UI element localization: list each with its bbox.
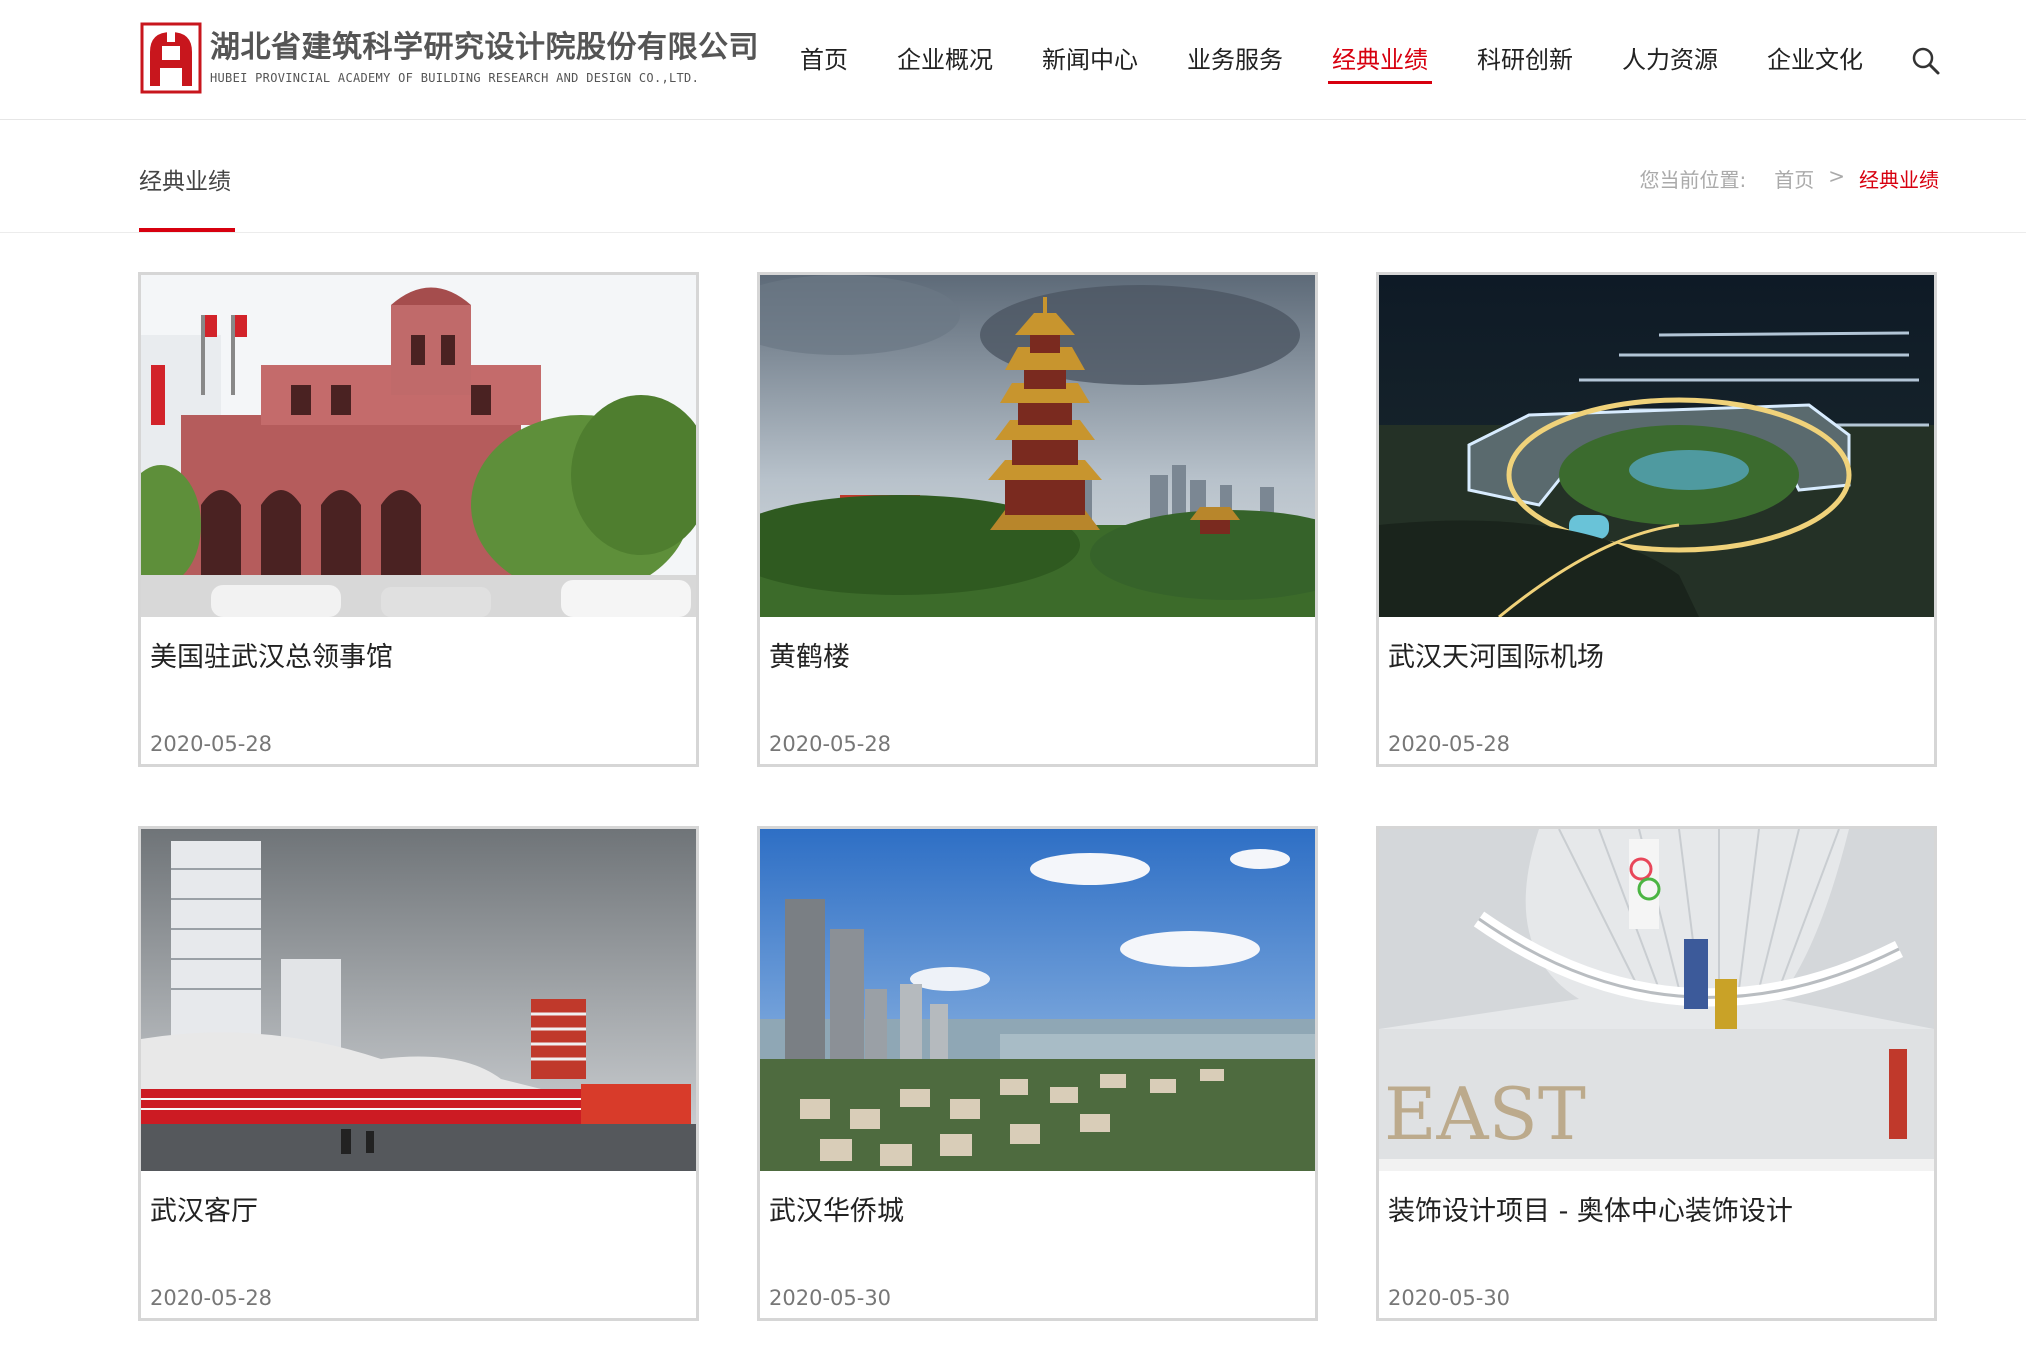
project-date: 2020-05-30	[769, 1286, 892, 1310]
site-logo[interactable]: 湖北省建筑科学研究设计院股份有限公司 HUBEI PROVINCIAL ACAD…	[140, 22, 759, 94]
project-title[interactable]: 美国驻武汉总领事馆	[150, 635, 393, 674]
academy-logo-icon	[140, 22, 202, 94]
search-icon[interactable]	[1910, 45, 1942, 77]
svg-text:EAST: EAST	[1384, 1072, 1586, 1156]
project-card[interactable]: 武汉客厅 2020-05-28	[138, 826, 699, 1321]
main-nav: 首页 企业概况 新闻中心 业务服务 经典业绩 科研创新 人力资源 企业文化	[800, 0, 1912, 120]
yellow-crane-tower-photo[interactable]	[760, 275, 1315, 617]
project-card[interactable]: EAST 装饰设计项目 - 奥体中心装饰设计 2020-05-30	[1376, 826, 1937, 1321]
nav-item-culture[interactable]: 企业文化	[1767, 40, 1863, 80]
section-header: 经典业绩 您当前位置: 首页 > 经典业绩	[0, 120, 2026, 233]
project-date: 2020-05-28	[1388, 732, 1511, 756]
wuhan-living-room-render[interactable]	[141, 829, 696, 1171]
project-card[interactable]: 武汉天河国际机场 2020-05-28	[1376, 272, 1937, 767]
breadcrumb-home[interactable]: 首页	[1774, 164, 1814, 193]
project-date: 2020-05-30	[1388, 1286, 1511, 1310]
consulate-building-photo[interactable]	[141, 275, 696, 617]
project-title[interactable]: 武汉客厅	[150, 1189, 258, 1228]
nav-item-research[interactable]: 科研创新	[1477, 40, 1573, 80]
project-title[interactable]: 武汉华侨城	[769, 1189, 904, 1228]
breadcrumb-separator: >	[1828, 164, 1845, 188]
project-date: 2020-05-28	[150, 732, 273, 756]
page-title: 经典业绩	[139, 169, 231, 195]
nav-item-projects[interactable]: 经典业绩	[1328, 40, 1432, 84]
project-card[interactable]: 黄鹤楼 2020-05-28	[757, 272, 1318, 767]
breadcrumb: 您当前位置: 首页 > 经典业绩	[1629, 164, 1939, 193]
project-card[interactable]: 武汉华侨城 2020-05-30	[757, 826, 1318, 1321]
project-title[interactable]: 装饰设计项目 - 奥体中心装饰设计	[1388, 1189, 1793, 1228]
nav-item-news[interactable]: 新闻中心	[1042, 40, 1138, 80]
nav-item-services[interactable]: 业务服务	[1187, 40, 1283, 80]
site-header: 湖北省建筑科学研究设计院股份有限公司 HUBEI PROVINCIAL ACAD…	[0, 0, 2026, 120]
project-title[interactable]: 武汉天河国际机场	[1388, 635, 1604, 674]
company-name-en: HUBEI PROVINCIAL ACADEMY OF BUILDING RES…	[210, 71, 700, 85]
project-date: 2020-05-28	[150, 1286, 273, 1310]
oct-residential-aerial-photo[interactable]	[760, 829, 1315, 1171]
nav-item-hr[interactable]: 人力资源	[1622, 40, 1718, 80]
nav-item-overview[interactable]: 企业概况	[897, 40, 993, 80]
project-title[interactable]: 黄鹤楼	[769, 635, 850, 674]
airport-night-render[interactable]	[1379, 275, 1934, 617]
sports-center-interior-render[interactable]: EAST	[1379, 829, 1934, 1171]
title-underline	[139, 228, 235, 232]
project-date: 2020-05-28	[769, 732, 892, 756]
nav-item-home[interactable]: 首页	[800, 40, 848, 80]
breadcrumb-current[interactable]: 经典业绩	[1859, 164, 1939, 193]
company-name-cn: 湖北省建筑科学研究设计院股份有限公司	[210, 30, 759, 65]
breadcrumb-prefix: 您当前位置:	[1639, 168, 1747, 192]
project-card[interactable]: 美国驻武汉总领事馆 2020-05-28	[138, 272, 699, 767]
